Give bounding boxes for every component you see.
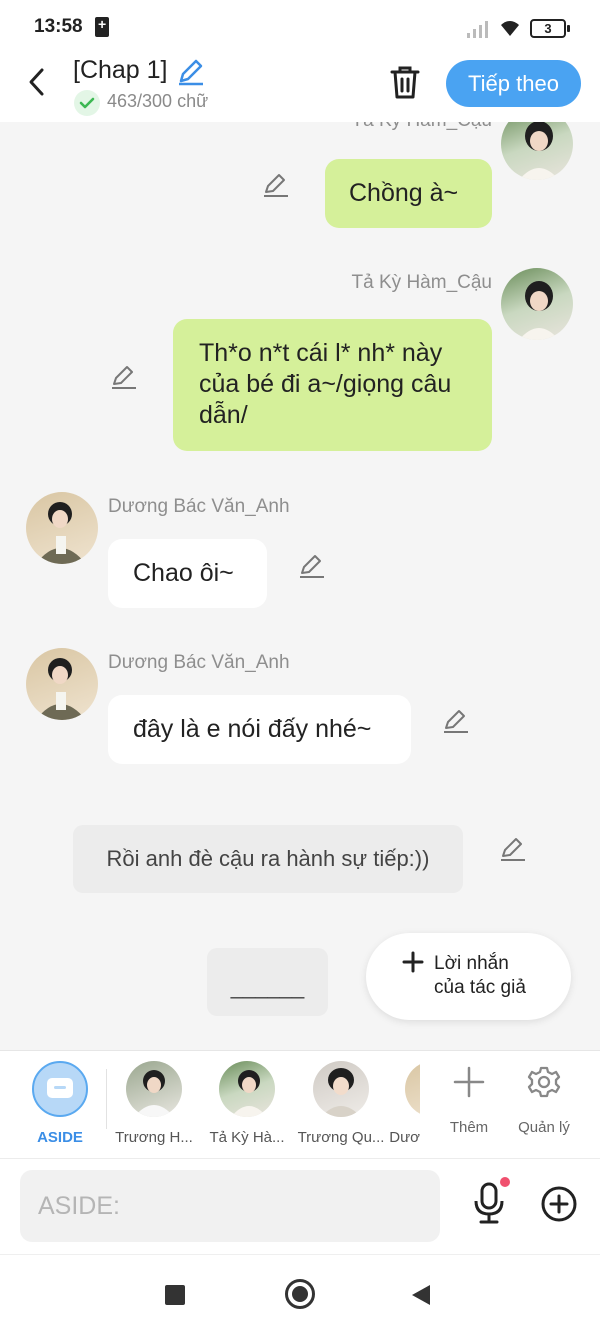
chapter-title: [Chap 1] <box>73 56 168 84</box>
character-item[interactable]: Trương Qu... <box>296 1061 386 1153</box>
avatar <box>313 1061 369 1117</box>
recent-apps-icon[interactable] <box>165 1285 185 1305</box>
character-item[interactable]: Tả Kỳ Hà... <box>202 1061 292 1153</box>
editor-header: [Chap 1] 463/300 chữ Tiếp theo <box>0 56 600 122</box>
avatar <box>126 1061 182 1117</box>
edit-pencil-icon[interactable] <box>298 551 326 579</box>
message-bubble[interactable]: đây là e nói đấy nhé~ <box>108 695 411 764</box>
wifi-icon <box>501 21 519 36</box>
character-label: Trương H... <box>115 1129 193 1146</box>
author-note-label-2: của tác giả <box>434 977 526 998</box>
character-item[interactable]: Trương H... <box>109 1061 199 1153</box>
edit-title-pencil-icon[interactable] <box>176 56 206 86</box>
chat-area[interactable]: Tả Kỳ Hàm_Cậu Chồng à~ Tả Kỳ Hàm_Cậu Th*… <box>0 122 600 1050</box>
word-count: 463/300 chữ <box>107 91 209 111</box>
avatar[interactable] <box>501 268 573 340</box>
add-character-button[interactable]: Thêm <box>434 1061 504 1153</box>
edit-pencil-icon[interactable] <box>262 170 290 198</box>
avatar <box>405 1061 420 1117</box>
battery-icon: 3 <box>530 19 570 38</box>
edit-pencil-icon[interactable] <box>499 834 527 862</box>
input-bar <box>0 1158 600 1254</box>
divider <box>106 1069 107 1129</box>
system-nav-bar <box>0 1254 600 1333</box>
notification-dot <box>500 1177 510 1187</box>
character-aside[interactable]: ASIDE <box>15 1061 105 1153</box>
gear-icon <box>527 1066 561 1098</box>
character-item[interactable]: Dươ <box>388 1061 420 1153</box>
microphone-icon[interactable] <box>470 1181 508 1225</box>
character-label: ASIDE <box>37 1129 83 1146</box>
narration-bubble[interactable]: ______ <box>207 948 328 1016</box>
back-triangle-icon[interactable] <box>410 1283 432 1307</box>
character-bar: ASIDE Trương H... Tả Kỳ Hà... Trương Qu.… <box>0 1050 600 1158</box>
status-bar: 13:58 3 <box>0 0 600 56</box>
message-bubble[interactable]: Chao ôi~ <box>108 539 267 608</box>
avatar[interactable] <box>501 122 573 180</box>
sender-name: Dương Bác Văn_Anh <box>108 652 290 673</box>
plus-icon <box>402 951 424 973</box>
manage-label: Quản lý <box>518 1119 570 1136</box>
character-label: Trương Qu... <box>297 1129 385 1146</box>
battery-saver-icon <box>95 16 109 37</box>
edit-pencil-icon[interactable] <box>442 706 470 734</box>
add-circle-icon[interactable] <box>540 1185 578 1223</box>
sender-name: Dương Bác Văn_Anh <box>108 496 290 517</box>
avatar <box>219 1061 275 1117</box>
edit-pencil-icon[interactable] <box>110 362 138 390</box>
message-bubble[interactable]: Th*o n*t cái l* nh* này của bé đi a~/giọ… <box>173 319 492 451</box>
signal-icon <box>467 21 488 38</box>
clock: 13:58 <box>34 16 83 37</box>
manage-button[interactable]: Quản lý <box>509 1061 579 1153</box>
avatar[interactable] <box>26 648 98 720</box>
back-arrow-icon[interactable] <box>22 62 54 102</box>
author-note-label-1: Lời nhắn <box>434 953 509 974</box>
character-label: Dươ <box>389 1129 420 1146</box>
aside-icon <box>32 1061 88 1117</box>
sender-name: Tả Kỳ Hàm_Cậu <box>351 272 492 293</box>
narration-bubble[interactable]: Rồi anh đè cậu ra hành sự tiếp:)) <box>73 825 463 893</box>
message-input[interactable] <box>20 1170 440 1242</box>
message-bubble[interactable]: Chồng à~ <box>325 159 492 228</box>
add-label: Thêm <box>449 1119 489 1136</box>
trash-icon[interactable] <box>388 64 422 100</box>
home-icon[interactable] <box>285 1279 315 1309</box>
plus-icon <box>453 1066 485 1098</box>
character-label: Tả Kỳ Hà... <box>209 1129 285 1146</box>
author-note-button[interactable]: Lời nhắn của tác giả <box>366 933 571 1020</box>
check-icon <box>74 90 100 116</box>
next-button[interactable]: Tiếp theo <box>446 60 581 107</box>
avatar[interactable] <box>26 492 98 564</box>
sender-name: Tả Kỳ Hàm_Cậu <box>352 122 492 132</box>
